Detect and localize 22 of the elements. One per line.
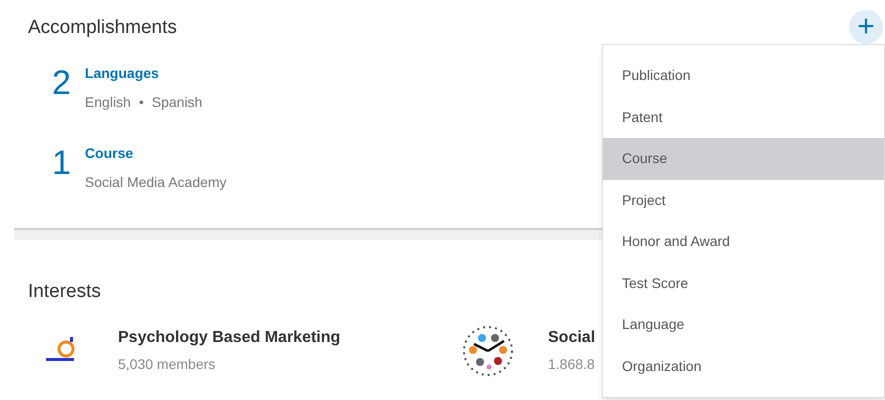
menu-item[interactable]: Project — [603, 180, 884, 221]
accomplishment-detail: Social Media Academy — [84, 172, 227, 192]
menu-item[interactable]: Patent — [603, 96, 884, 138]
menu-item[interactable]: Organization — [603, 346, 884, 387]
interest-name[interactable]: Social — [548, 326, 596, 350]
bullet-separator: • — [138, 92, 144, 112]
menu-item[interactable]: Publication — [603, 55, 884, 96]
count-number: 2 — [52, 66, 71, 104]
member-count: 1.868.8 — [548, 355, 596, 374]
menu-item[interactable]: Course — [603, 138, 884, 180]
menu-item[interactable]: Test Score — [603, 262, 884, 304]
accomplishment-detail: Spanish — [152, 92, 202, 112]
accomplishment-link[interactable]: Languages — [84, 62, 159, 84]
section-title: Interests — [28, 280, 101, 304]
interest-name[interactable]: Psychology Based Marketing — [118, 326, 340, 350]
section-title: Accomplishments — [28, 16, 177, 40]
menu-item[interactable]: Honor and Award — [603, 221, 884, 262]
accomplishment-detail: English — [84, 92, 131, 112]
menu-item[interactable]: Language — [603, 304, 884, 346]
count-number: 1 — [52, 146, 71, 184]
member-count: 5,030 members — [118, 355, 216, 374]
accomplishment-link[interactable]: Course — [84, 142, 134, 164]
